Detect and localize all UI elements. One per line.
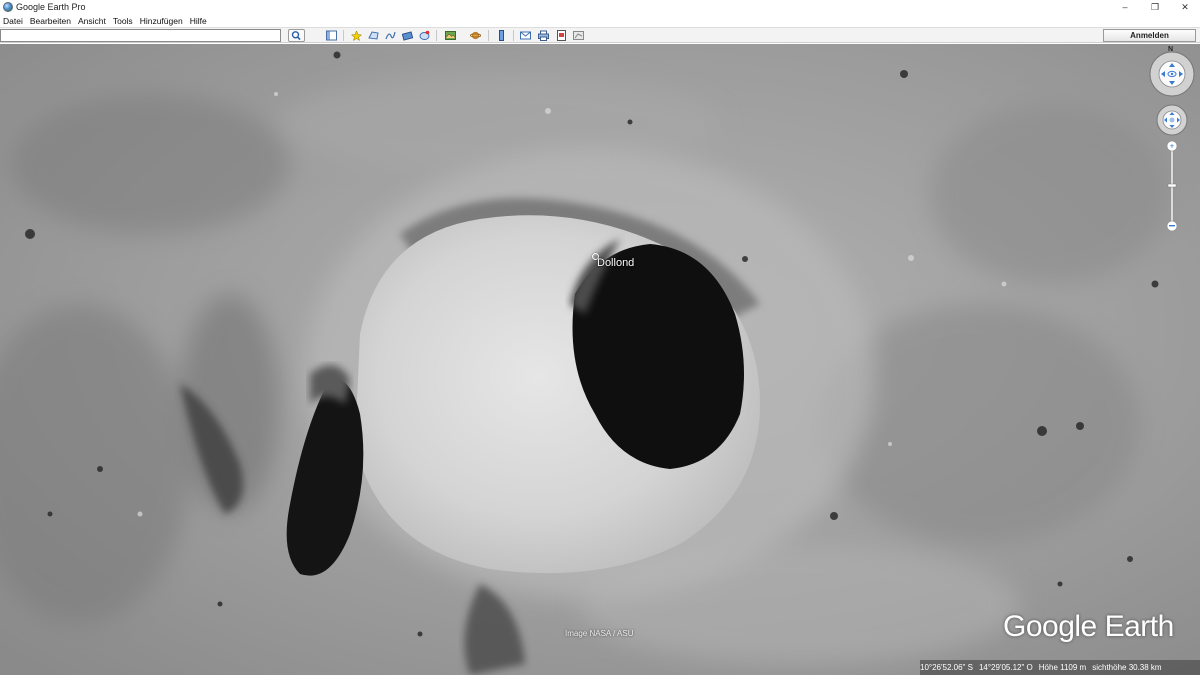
tour-record-button[interactable] [417, 29, 432, 42]
tour-record-icon [419, 30, 430, 40]
planet-button[interactable] [468, 29, 483, 42]
toolbar: Anmelden [0, 27, 1200, 43]
save-image-button[interactable] [554, 29, 569, 42]
print-button[interactable] [536, 29, 551, 42]
close-button[interactable]: ✕ [1170, 0, 1200, 14]
image-overlay-icon [402, 31, 413, 41]
look-joystick[interactable] [1148, 50, 1196, 98]
latitude-readout: 10°26'52.06" S [920, 663, 973, 672]
status-bar: 10°26'52.06" S 14°29'05.12" O Höhe 1109 … [920, 660, 1200, 675]
compass-north-label: N [1168, 46, 1174, 53]
menu-help[interactable]: Hilfe [190, 16, 207, 26]
image-overlay-button[interactable] [400, 29, 415, 42]
path-button[interactable] [383, 29, 398, 42]
move-joystick[interactable] [1156, 104, 1188, 136]
menu-add[interactable]: Hinzufügen [140, 16, 183, 26]
email-icon [520, 31, 531, 40]
longitude-readout: 14°29'05.12" O [978, 663, 1033, 672]
placemark-icon [351, 30, 362, 41]
maximize-button[interactable]: ❐ [1140, 0, 1170, 14]
imagery-attribution: Image NASA / ASU [565, 629, 634, 638]
place-label-dollond[interactable]: Dollond [597, 257, 634, 269]
search-icon [291, 31, 301, 41]
maps-button[interactable] [571, 29, 586, 42]
eye-altitude-readout: sichthöhe 30.38 km [1092, 663, 1162, 672]
menu-edit[interactable]: Bearbeiten [30, 16, 71, 26]
ruler-icon [499, 30, 504, 41]
menu-view[interactable]: Ansicht [78, 16, 106, 26]
sidebar-toggle-button[interactable] [324, 29, 339, 42]
title-bar: Google Earth Pro – ❐ ✕ [0, 0, 1200, 14]
maps-icon [573, 31, 584, 40]
menu-tools[interactable]: Tools [113, 16, 133, 26]
map-view[interactable]: Dollond Image NASA / ASU Google Earth N … [0, 44, 1200, 675]
lunar-terrain [0, 44, 1200, 675]
historical-imagery-icon [445, 31, 456, 40]
polygon-button[interactable] [366, 29, 381, 42]
google-earth-app-icon [3, 2, 13, 12]
login-button[interactable]: Anmelden [1103, 29, 1196, 42]
window-title: Google Earth Pro [16, 2, 86, 12]
sidebar-toggle-icon [326, 30, 337, 41]
planet-icon [470, 31, 481, 40]
path-icon [385, 31, 396, 40]
print-icon [538, 30, 549, 41]
placemark-button[interactable] [349, 29, 364, 42]
google-earth-logo: Google Earth [1003, 610, 1174, 643]
ruler-button[interactable] [494, 29, 509, 42]
search-button[interactable] [288, 29, 305, 42]
save-image-icon [557, 30, 566, 41]
email-button[interactable] [518, 29, 533, 42]
elevation-readout: Höhe 1109 m [1038, 663, 1087, 672]
search-input[interactable] [0, 29, 281, 42]
svg-text:+: + [1170, 142, 1175, 151]
historical-imagery-button[interactable] [443, 29, 458, 42]
zoom-slider[interactable]: + [1166, 140, 1178, 232]
menu-file[interactable]: Datei [3, 16, 23, 26]
menu-bar: Datei Bearbeiten Ansicht Tools Hinzufüge… [0, 14, 1200, 27]
polygon-icon [368, 31, 379, 40]
minimize-button[interactable]: – [1110, 0, 1140, 14]
window-controls: – ❐ ✕ [1110, 0, 1200, 14]
